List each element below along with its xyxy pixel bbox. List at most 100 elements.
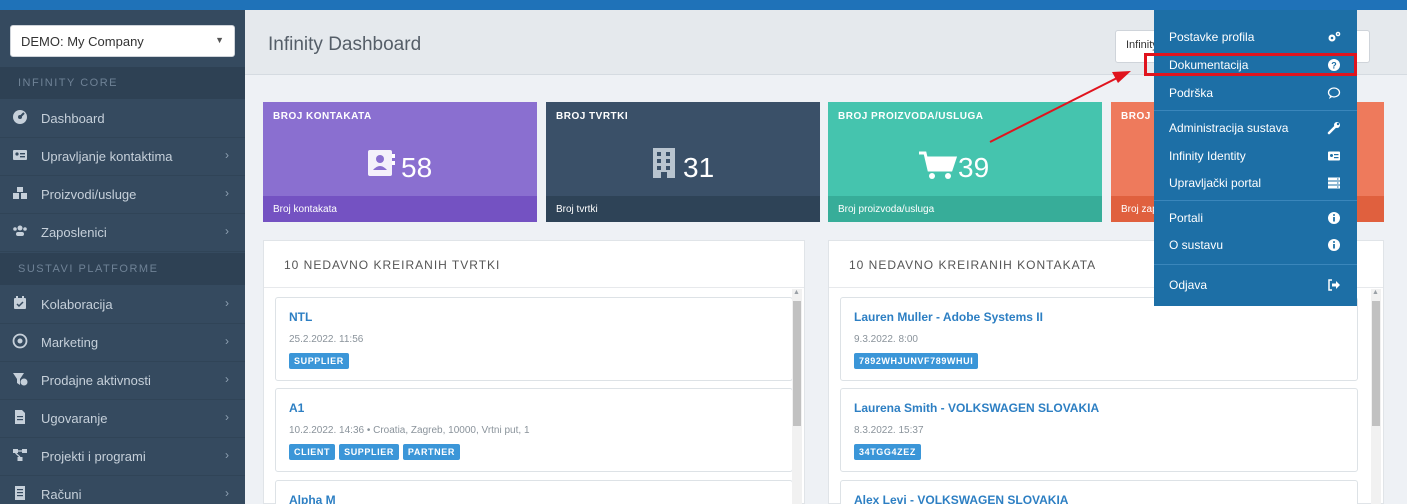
menu-item-label: Podrška (1169, 86, 1214, 100)
sidebar-item-label: Kolaboracija (41, 297, 113, 312)
chevron-right-icon: › (225, 486, 229, 500)
company-card-ntl[interactable]: NTL 25.2.2022. 11:56 SUPPLIER (275, 297, 793, 381)
panel-divider (264, 287, 804, 288)
stat-title: BROJ PROIZVODA/USLUGA (838, 111, 984, 122)
sidebar-item-sales[interactable]: Prodajne aktivnosti › (0, 362, 245, 400)
menu-item-portals[interactable]: Portali (1154, 205, 1357, 231)
menu-item-system-administration[interactable]: Administracija sustava (1154, 115, 1357, 141)
sidebar-item-label: Marketing (41, 335, 99, 350)
info-circle-icon (1328, 239, 1340, 251)
menu-item-label: Administracija sustava (1169, 121, 1289, 135)
menu-item-label: Upravljački portal (1169, 176, 1262, 190)
project-diagram-icon (13, 449, 27, 461)
menu-item-support[interactable]: Podrška (1154, 80, 1357, 106)
sidebar-item-label: Zaposlenici (41, 225, 107, 240)
sidebar-item-label: Ugovaranje (41, 411, 108, 426)
menu-divider (1154, 264, 1357, 265)
company-select-value: DEMO: My Company (21, 34, 144, 49)
tag-badge: CLIENT (289, 444, 336, 460)
documentation-highlight-box (1144, 53, 1357, 76)
sidebar-item-contacts[interactable]: Upravljanje kontaktima › (0, 138, 245, 176)
menu-divider (1154, 200, 1357, 201)
scrollbar-thumb[interactable] (793, 301, 801, 426)
chevron-right-icon: › (225, 448, 229, 462)
company-meta: 10.2.2022. 14:36 • Croatia, Zagreb, 1000… (289, 425, 530, 436)
stat-footer: Broj proizvoda/usluga (828, 196, 1102, 222)
scroll-up-icon[interactable]: ▲ (1372, 289, 1379, 296)
tag-badge: SUPPLIER (289, 353, 349, 369)
chevron-right-icon: › (225, 148, 229, 162)
sidebar-item-collaboration[interactable]: Kolaboracija › (0, 286, 245, 324)
caret-down-icon: ▼ (215, 35, 224, 45)
companies-scrollbar[interactable]: ▲ (792, 289, 802, 504)
contact-name-link[interactable]: Alex Levi - VOLKSWAGEN SLOVAKIA (854, 493, 1068, 504)
menu-item-profile-settings[interactable]: Postavke profila (1154, 24, 1357, 50)
tag-badge: PARTNER (402, 444, 460, 460)
sidebar-item-products[interactable]: Proizvodi/usluge › (0, 176, 245, 214)
sidebar-item-label: Proizvodi/usluge (41, 187, 137, 202)
calendar-check-icon (14, 296, 26, 309)
menu-item-management-portal[interactable]: Upravljački portal (1154, 170, 1357, 196)
menu-item-logout[interactable]: Odjava (1154, 272, 1357, 298)
stat-tile-products[interactable]: BROJ PROIZVODA/USLUGA 39 Broj proizvoda/… (828, 102, 1102, 222)
contact-card[interactable]: Alex Levi - VOLKSWAGEN SLOVAKIA (840, 480, 1358, 504)
tag-list: 7892WHJUNVF789WHUI (854, 353, 979, 369)
sidebar-item-label: Računi (41, 487, 82, 502)
sidebar-item-label: Dashboard (41, 111, 105, 126)
stat-tile-contacts[interactable]: BROJ KONTAKATA 58 Broj kontakata (263, 102, 537, 222)
company-card-alpha-m[interactable]: Alpha M (275, 480, 793, 504)
contact-name-link[interactable]: Laurena Smith - VOLKSWAGEN SLOVAKIA (854, 401, 1099, 415)
scroll-up-icon[interactable]: ▲ (793, 289, 800, 296)
tag-badge: SUPPLIER (339, 444, 399, 460)
scrollbar-thumb[interactable] (1372, 301, 1380, 426)
sidebar-item-dashboard[interactable]: Dashboard (0, 100, 245, 138)
sidebar-item-marketing[interactable]: Marketing › (0, 324, 245, 362)
gears-icon (1328, 31, 1341, 42)
tag-list: SUPPLIER (289, 353, 349, 369)
company-name-link[interactable]: Alpha M (289, 493, 336, 504)
server-icon (1328, 177, 1340, 189)
sidebar-item-label: Upravljanje kontaktima (41, 149, 173, 164)
receipt-icon (15, 486, 25, 500)
stat-value: 58 (401, 152, 433, 183)
stat-title: BROJ TVRTKI (556, 111, 629, 122)
sidebar-item-projects[interactable]: Projekti i programi › (0, 438, 245, 476)
sidebar-item-employees[interactable]: Zaposlenici › (0, 214, 245, 252)
contact-card[interactable]: Laurena Smith - VOLKSWAGEN SLOVAKIA 8.3.… (840, 388, 1358, 472)
sidebar-item-label: Prodajne aktivnosti (41, 373, 151, 388)
boxes-icon (13, 187, 27, 199)
chevron-right-icon: › (225, 186, 229, 200)
bullseye-icon (12, 333, 28, 349)
tag-list: CLIENT SUPPLIER PARTNER (289, 444, 460, 460)
menu-item-label: O sustavu (1169, 238, 1224, 252)
address-card-icon (13, 150, 27, 160)
page-title: Infinity Dashboard (268, 34, 422, 55)
panel-title: 10 NEDAVNO KREIRANIH TVRTKI (284, 258, 501, 272)
sidebar-item-contracting[interactable]: Ugovaranje › (0, 400, 245, 438)
menu-item-infinity-identity[interactable]: Infinity Identity (1154, 143, 1357, 169)
chat-bubble-icon (1327, 87, 1341, 99)
wrench-icon (1327, 122, 1340, 135)
company-name-link[interactable]: NTL (289, 310, 312, 324)
contacts-scrollbar[interactable]: ▲ (1371, 289, 1381, 504)
menu-divider (1154, 110, 1357, 111)
users-icon (13, 225, 27, 236)
shopping-cart-icon (919, 151, 958, 179)
stat-footer: Broj tvrtki (546, 196, 820, 222)
chevron-right-icon: › (225, 410, 229, 424)
section-title-core: INFINITY CORE (0, 67, 245, 99)
stat-value: 39 (958, 152, 990, 183)
contact-card[interactable]: Lauren Muller - Adobe Systems II 9.3.202… (840, 297, 1358, 381)
menu-item-about-system[interactable]: O sustavu (1154, 232, 1357, 258)
sidebar-item-invoices[interactable]: Računi › (0, 476, 245, 504)
company-select[interactable]: DEMO: My Company ▼ (10, 25, 235, 57)
company-name-link[interactable]: A1 (289, 401, 304, 415)
chevron-right-icon: › (225, 296, 229, 310)
stat-footer: Broj kontakata (263, 196, 537, 222)
contact-name-link[interactable]: Lauren Muller - Adobe Systems II (854, 310, 1043, 324)
panel-title: 10 NEDAVNO KREIRANIH KONTAKATA (849, 258, 1097, 272)
company-card-a1[interactable]: A1 10.2.2022. 14:36 • Croatia, Zagreb, 1… (275, 388, 793, 472)
stat-tile-companies[interactable]: BROJ TVRTKI 31 Broj tvrtki (546, 102, 820, 222)
contact-meta: 9.3.2022. 8:00 (854, 334, 918, 345)
section-title-platform: SUSTAVI PLATFORME (0, 253, 245, 285)
